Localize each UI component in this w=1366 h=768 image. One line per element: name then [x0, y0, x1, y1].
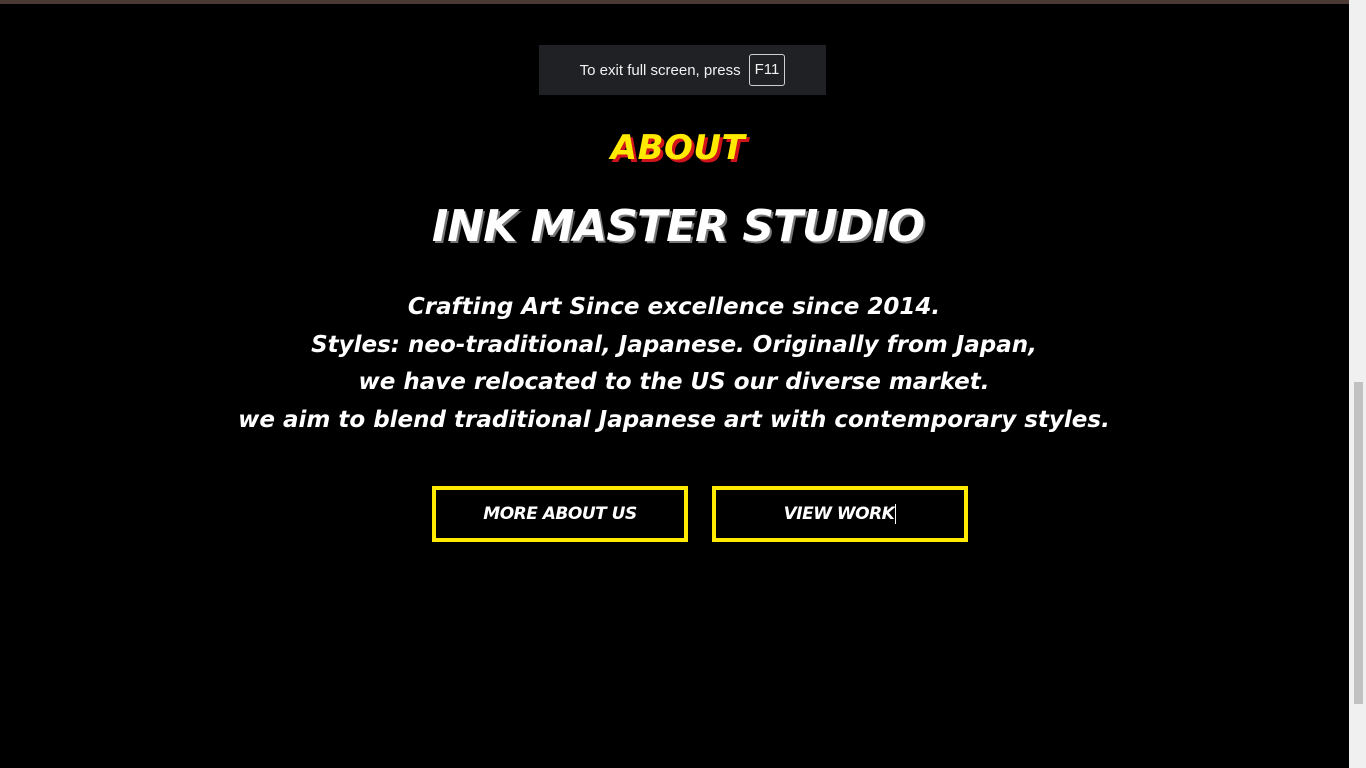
- view-work-button[interactable]: VIEW WORK: [712, 486, 968, 542]
- fullscreen-exit-toast: To exit full screen, press F11: [539, 45, 826, 95]
- vertical-scrollbar[interactable]: [1349, 0, 1366, 768]
- scrollbar-thumb[interactable]: [1354, 382, 1363, 704]
- fullscreen-toast-message: To exit full screen, press: [579, 61, 741, 79]
- f11-key-badge: F11: [748, 54, 786, 86]
- text-cursor: [895, 504, 897, 524]
- more-about-us-label: MORE ABOUT US: [483, 504, 637, 524]
- more-about-us-button[interactable]: MORE ABOUT US: [432, 486, 688, 542]
- description-line: we have relocated to the US our diverse …: [358, 369, 990, 396]
- description-line: we aim to blend traditional Japanese art…: [238, 406, 1110, 433]
- description-line: Styles: neo-traditional, Japanese. Origi…: [311, 331, 1037, 358]
- section-label: ABOUT: [610, 128, 746, 168]
- description-line: Crafting Art Since excellence since 2014…: [407, 294, 941, 320]
- page-title: INK MASTER STUDIO: [431, 201, 925, 252]
- view-work-label: VIEW WORK: [783, 504, 895, 524]
- about-description: Crafting Art Since excellence since 2014…: [0, 289, 1348, 439]
